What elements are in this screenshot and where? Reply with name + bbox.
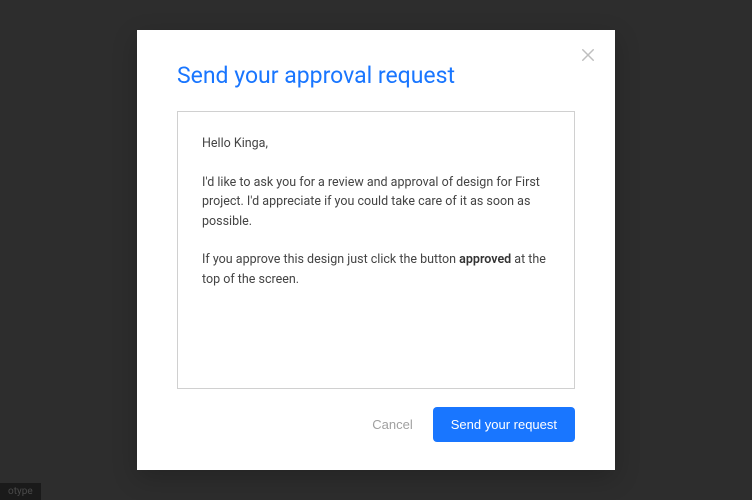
message-body-2-before: If you approve this design just click th… xyxy=(202,252,459,267)
message-greeting: Hello Kinga, xyxy=(202,136,268,151)
message-body-2-bold: approved xyxy=(459,252,511,267)
modal-title: Send your approval request xyxy=(177,62,575,89)
close-icon[interactable] xyxy=(579,46,597,64)
send-request-button[interactable]: Send your request xyxy=(433,407,575,442)
message-textarea[interactable]: Hello Kinga, I'd like to ask you for a r… xyxy=(177,111,575,389)
approval-request-modal: Send your approval request Hello Kinga, … xyxy=(137,30,615,470)
message-body-1: I'd like to ask you for a review and app… xyxy=(202,175,543,229)
modal-actions: Cancel Send your request xyxy=(177,407,575,442)
corner-tag: otype xyxy=(0,483,41,500)
cancel-button[interactable]: Cancel xyxy=(368,409,416,440)
